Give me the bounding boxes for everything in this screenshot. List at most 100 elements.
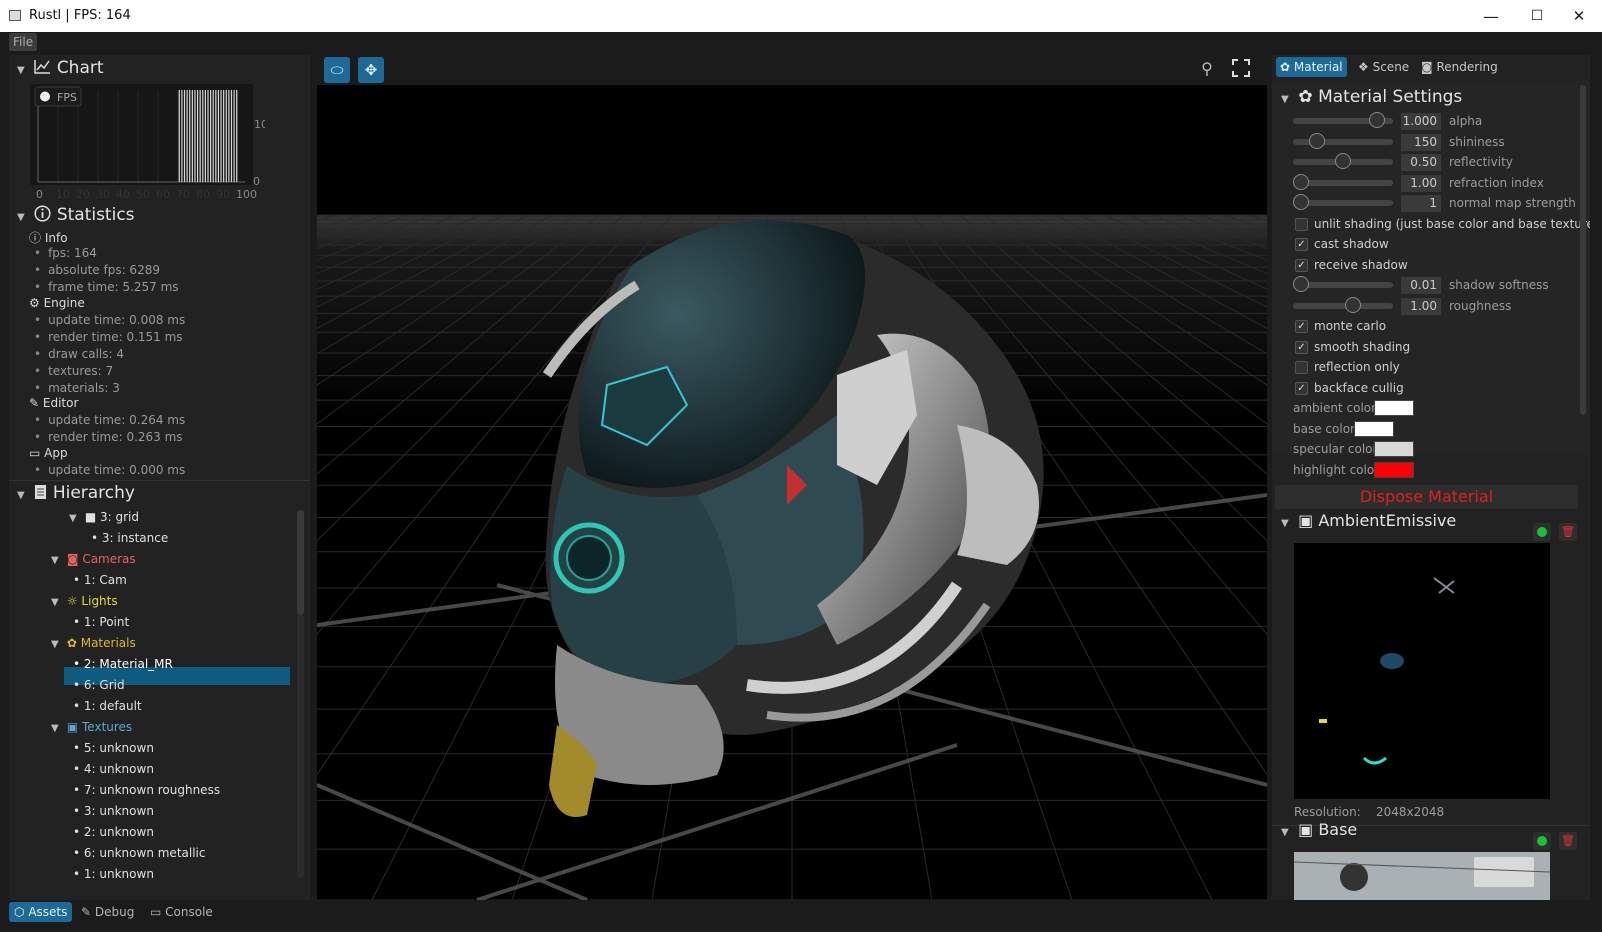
- tree-item-point[interactable]: • 1: Point: [73, 615, 129, 629]
- legend-label: FPS: [57, 91, 77, 104]
- tree-item-texture[interactable]: • 1: unknown: [73, 867, 154, 881]
- maximize-button[interactable]: ☐: [1514, 0, 1560, 32]
- slider-handle[interactable]: [1368, 112, 1385, 128]
- slider-handle[interactable]: [1335, 153, 1351, 169]
- tree-item-materials[interactable]: ▼ ✿ Materials: [51, 636, 136, 650]
- tree-item-texture[interactable]: • 4: unknown: [73, 762, 154, 776]
- 3d-viewport[interactable]: ⬭ ✥ ⚲: [317, 55, 1267, 900]
- color-swatch[interactable]: [1374, 400, 1414, 416]
- tree-item-lights[interactable]: ▼ ☼ Lights: [51, 594, 118, 608]
- minimize-button[interactable]: —: [1468, 0, 1514, 32]
- value-field[interactable]: 1: [1401, 195, 1441, 212]
- checkbox[interactable]: [1295, 217, 1308, 231]
- tree-item-texture[interactable]: • 2: unknown: [73, 825, 154, 839]
- tree-item-cam[interactable]: • 1: Cam: [73, 573, 127, 587]
- tree-item-textures[interactable]: ▼ ▣ Textures: [51, 720, 132, 734]
- slider-handle[interactable]: [1308, 132, 1325, 149]
- hierarchy-header[interactable]: ▼ Hierarchy: [17, 483, 135, 503]
- collapse-arrow-icon: ▼: [17, 212, 25, 223]
- value-field[interactable]: 0.01: [1401, 277, 1441, 294]
- checkbox[interactable]: ✓: [1295, 320, 1308, 333]
- fps-chart[interactable]: FPS 100 0 0 10 20 30 40 50 60 70 80 90 100: [30, 84, 275, 201]
- value-field[interactable]: 1.00: [1401, 297, 1441, 315]
- select-tool-button[interactable]: ⬭: [324, 57, 350, 83]
- checkbox[interactable]: ✓: [1295, 340, 1308, 354]
- editor-label: Editor: [42, 396, 79, 410]
- slider-track[interactable]: [1293, 194, 1393, 210]
- slider-handle[interactable]: [1293, 276, 1309, 292]
- menu-bar: File: [0, 32, 1602, 52]
- value-field[interactable]: 1.000: [1401, 113, 1441, 130]
- tree-item-texture[interactable]: • 5: unknown: [73, 741, 154, 755]
- tree-item-label: 1: unknown: [83, 867, 154, 881]
- chart-header[interactable]: ▼ Chart: [17, 58, 104, 78]
- tree-item-instance[interactable]: • 3: instance: [91, 531, 168, 545]
- slider-handle[interactable]: [1293, 173, 1309, 190]
- statistics-header[interactable]: ▼ Statistics: [17, 205, 135, 225]
- tab-rendering[interactable]: ◙ Rendering: [1417, 57, 1502, 77]
- value-field[interactable]: 150: [1401, 133, 1441, 151]
- slider-track[interactable]: [1293, 153, 1393, 169]
- tree-item-label: 1: Point: [83, 615, 130, 629]
- dispose-material-button[interactable]: Dispose Material: [1275, 485, 1578, 509]
- tree-item-label: 3: grid: [100, 510, 139, 524]
- x-tick-label: 90: [216, 188, 230, 201]
- property-label: normal map strength: [1449, 196, 1576, 210]
- color-swatch[interactable]: [1374, 441, 1414, 457]
- checkbox[interactable]: ✓: [1295, 258, 1308, 272]
- base-texture-header[interactable]: ▼ ▣ Base: [1281, 820, 1357, 839]
- close-button[interactable]: ✕: [1556, 0, 1602, 32]
- slider-track[interactable]: [1293, 296, 1393, 313]
- tab-console[interactable]: ▭ Console: [145, 902, 218, 922]
- texture-active-toggle[interactable]: [1533, 832, 1551, 850]
- checkbox[interactable]: ✓: [1295, 238, 1308, 251]
- tree-item-texture[interactable]: • 6: unknown metallic: [73, 846, 205, 860]
- pipette-icon: ⚲: [1201, 59, 1213, 78]
- delete-texture-button[interactable]: 🗑: [1559, 523, 1577, 541]
- tree-item-material-mr[interactable]: • 2: Material_MR: [73, 657, 173, 671]
- fullscreen-button[interactable]: [1231, 58, 1253, 80]
- slider-track[interactable]: [1293, 112, 1393, 128]
- tab-scene[interactable]: ❖ Scene: [1354, 57, 1413, 77]
- trash-icon: 🗑: [1561, 525, 1575, 538]
- checkbox[interactable]: [1295, 361, 1308, 374]
- collapse-arrow-icon: ▼: [69, 513, 77, 524]
- hierarchy-scrollbar-thumb[interactable]: [297, 510, 304, 615]
- slider-handle[interactable]: [1345, 296, 1362, 313]
- menu-file[interactable]: File: [9, 33, 38, 51]
- tree-item-cameras[interactable]: ▼ ◙ Cameras: [51, 552, 136, 566]
- tab-assets[interactable]: ⬡ Assets: [9, 902, 73, 922]
- delete-texture-button[interactable]: 🗑: [1559, 832, 1577, 850]
- tree-item-label: 2: Material_MR: [83, 657, 173, 671]
- ambient-emissive-header[interactable]: ▼ ▣ AmbientEmissive: [1281, 511, 1456, 530]
- tree-item-texture[interactable]: • 3: unknown: [73, 804, 154, 818]
- color-swatch[interactable]: [1374, 461, 1414, 478]
- hierarchy-scrollbar-track[interactable]: [297, 615, 304, 878]
- tab-material[interactable]: ✿ Material: [1276, 57, 1347, 77]
- checkbox[interactable]: ✓: [1295, 381, 1308, 395]
- image-icon: ▣: [1298, 820, 1314, 839]
- move-tool-button[interactable]: ✥: [358, 57, 384, 83]
- tree-item-material-grid[interactable]: • 6: Grid: [73, 678, 125, 692]
- tree-item-grid[interactable]: ▼ ■ 3: grid: [69, 510, 139, 524]
- image-icon: ▣: [66, 720, 79, 734]
- pick-tool-button[interactable]: ⚲: [1196, 59, 1218, 81]
- window-icon: ▭: [29, 446, 41, 460]
- stat-materials: materials: 3: [34, 381, 120, 395]
- slider-track[interactable]: [1293, 132, 1393, 149]
- pencil-icon: ✎: [29, 396, 40, 410]
- slider-track[interactable]: [1293, 173, 1393, 190]
- checkbox-label: cast shadow: [1314, 237, 1389, 251]
- value-field[interactable]: 1.00: [1401, 174, 1441, 192]
- color-swatch[interactable]: [1354, 420, 1394, 437]
- tab-debug[interactable]: ✎ Debug: [76, 902, 139, 922]
- checkbox-label: unlit shading (just base color and base …: [1314, 216, 1590, 231]
- slider-track[interactable]: [1293, 276, 1393, 292]
- value-field[interactable]: 0.50: [1401, 154, 1441, 171]
- inspector-scrollbar[interactable]: [1580, 85, 1586, 415]
- texture-active-toggle[interactable]: [1533, 523, 1551, 541]
- tree-item-texture[interactable]: • 7: unknown roughness: [73, 783, 220, 797]
- material-settings-header[interactable]: ▼ ✿ Material Settings: [1281, 87, 1462, 107]
- tree-item-material-default[interactable]: • 1: default: [73, 699, 142, 713]
- slider-handle[interactable]: [1293, 194, 1309, 210]
